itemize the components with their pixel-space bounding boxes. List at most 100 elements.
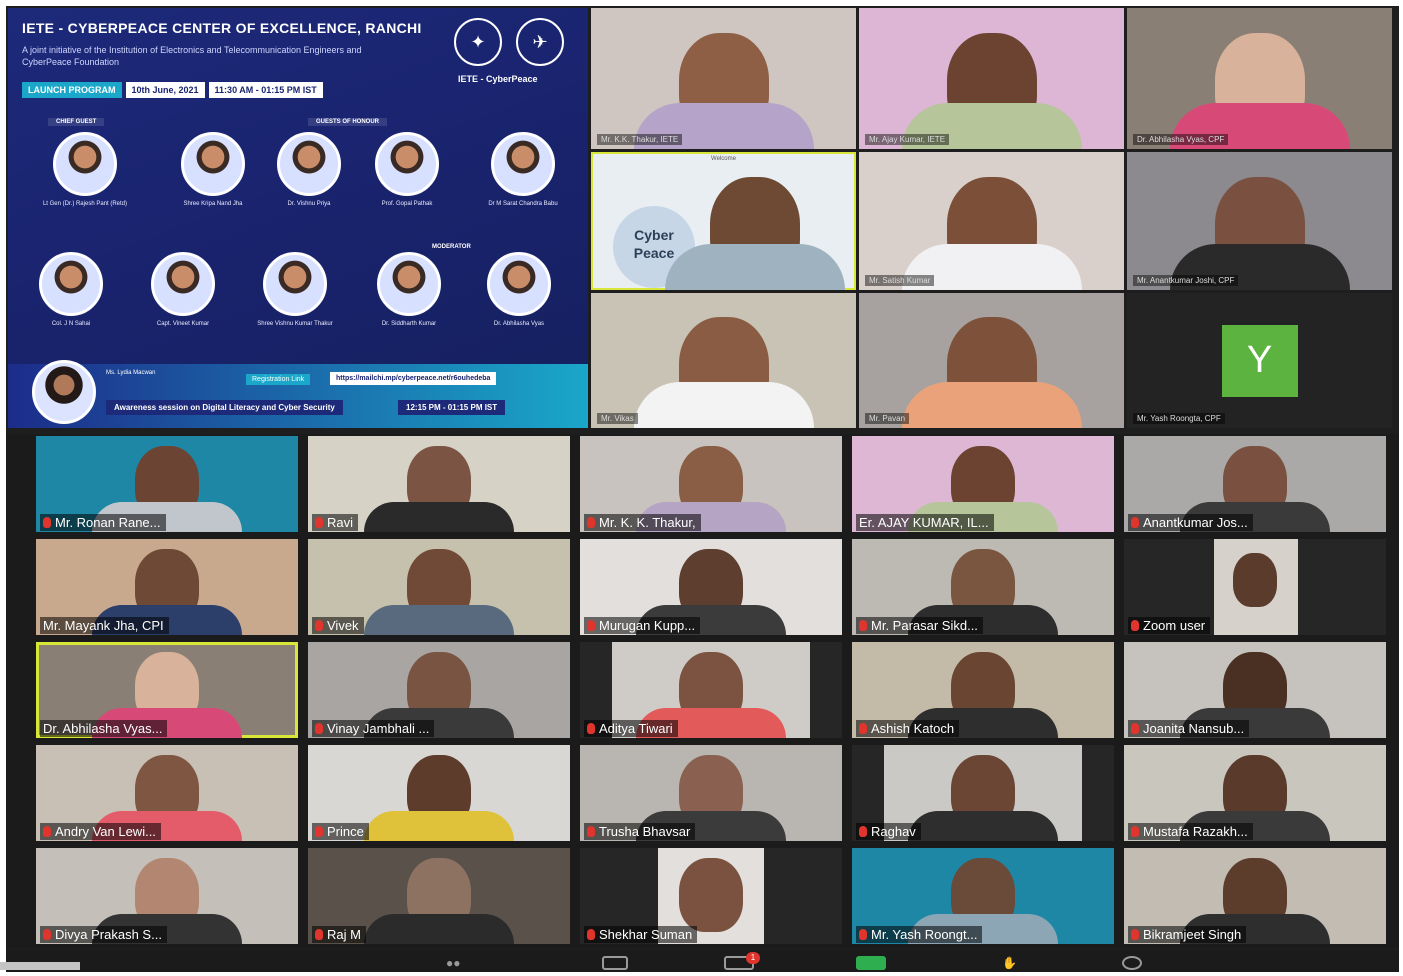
- video-tile[interactable]: Vivek: [308, 539, 570, 635]
- mic-muted-icon: [587, 517, 595, 528]
- video-tile[interactable]: Mr. K.K. Thakur, IETE: [591, 8, 856, 149]
- guest-name: Prof. Gopal Pathak: [381, 201, 433, 207]
- video-tile[interactable]: Ravi: [308, 436, 570, 532]
- video-tile-active[interactable]: Welcome Cyber Peace: [591, 152, 856, 290]
- video-tile[interactable]: Joanita Nansub...: [1124, 642, 1386, 738]
- poster-logos: ✦ ✈ IETE - CyberPeace: [454, 18, 574, 98]
- video-tile[interactable]: Dr. Abhilasha Vyas, CPF: [1127, 8, 1392, 149]
- host-name: Ms. Lydia Macwan: [106, 370, 156, 376]
- mic-muted-icon: [859, 620, 867, 631]
- cyberpeace-logo-icon: ✈: [516, 18, 564, 66]
- video-tile[interactable]: Mustafa Razakh...: [1124, 745, 1386, 841]
- video-tile[interactable]: Mr. Yash Roongt...: [852, 848, 1114, 944]
- participant-name: Bikramjeet Singh: [1143, 927, 1242, 942]
- launch-date: 10th June, 2021: [125, 82, 205, 98]
- participant-label: Raj M: [312, 926, 366, 943]
- tile-caption: Welcome: [711, 156, 736, 162]
- guest-photo: [491, 132, 555, 196]
- participant-label: Mr. Parasar Sikd...: [856, 617, 983, 634]
- more-icon[interactable]: [1122, 956, 1142, 970]
- launch-label: LAUNCH PROGRAM: [22, 82, 122, 98]
- mic-muted-icon: [587, 723, 595, 734]
- video-tile[interactable]: Mr. Satish Kumar: [859, 152, 1124, 290]
- video-tile[interactable]: Trusha Bhavsar: [580, 745, 842, 841]
- video-tile[interactable]: Mr. Mayank Jha, CPI: [36, 539, 298, 635]
- guest-photo: [181, 132, 245, 196]
- video-tile[interactable]: Raghav: [852, 745, 1114, 841]
- mic-muted-icon: [859, 929, 867, 940]
- poster-title: IETE - CYBERPEACE CENTER OF EXCELLENCE, …: [22, 20, 422, 36]
- video-tile[interactable]: Aditya Tiwari: [580, 642, 842, 738]
- mic-muted-icon: [1131, 826, 1139, 837]
- participant-name: Zoom user: [1143, 618, 1206, 633]
- guest-card: Dr. Vishnu Priya: [254, 132, 364, 208]
- video-tile[interactable]: Raj M: [308, 848, 570, 944]
- participant-label: Anantkumar Jos...: [1128, 514, 1253, 531]
- participant-shirt: [908, 811, 1058, 841]
- participant-label: Prince: [312, 823, 369, 840]
- participant-label: Dr. Abhilasha Vyas...: [40, 720, 168, 737]
- video-tile[interactable]: Y Mr. Yash Roongta, CPF: [1127, 293, 1392, 428]
- video-tile[interactable]: Anantkumar Jos...: [1124, 436, 1386, 532]
- participant-label: Mr. Yash Roongt...: [856, 926, 983, 943]
- participant-name: Divya Prakash S...: [55, 927, 162, 942]
- participant-name: Prince: [327, 824, 364, 839]
- participant-name: Er. AJAY KUMAR, IL...: [859, 515, 989, 530]
- video-tile[interactable]: Divya Prakash S...: [36, 848, 298, 944]
- guest-card: Capt. Vineet Kumar: [128, 252, 238, 328]
- participant-label: Raghav: [856, 823, 921, 840]
- participant-label: Ravi: [312, 514, 359, 531]
- guest-name: Dr. Abhilasha Vyas: [493, 321, 545, 327]
- participant-name: Mustafa Razakh...: [1143, 824, 1248, 839]
- raise-hand-icon[interactable]: ✋: [1002, 956, 1018, 970]
- video-tile[interactable]: Mr. Ajay Kumar, IETE: [859, 8, 1124, 149]
- video-tile[interactable]: Bikramjeet Singh: [1124, 848, 1386, 944]
- video-tile[interactable]: Er. AJAY KUMAR, IL...: [852, 436, 1114, 532]
- participant-video: [1233, 553, 1277, 607]
- video-tile[interactable]: Mr. Pavan: [859, 293, 1124, 428]
- chat-icon[interactable]: [602, 956, 628, 970]
- logo-text: IETE - CyberPeace: [458, 74, 538, 84]
- guest-card: Prof. Gopal Pathak: [352, 132, 462, 208]
- shared-poster: IETE - CYBERPEACE CENTER OF EXCELLENCE, …: [8, 8, 588, 428]
- participant-shirt: [901, 382, 1082, 428]
- moderator-card: Dr. Siddharth Kumar: [354, 252, 464, 328]
- mic-muted-icon: [315, 723, 323, 734]
- mic-muted-icon: [587, 620, 595, 631]
- guest-name: Shree Kripa Nand Jha: [183, 201, 243, 207]
- moderator-label: MODERATOR: [432, 244, 471, 250]
- video-tile[interactable]: Murugan Kupp...: [580, 539, 842, 635]
- registration-link[interactable]: https://mailchi.mp/cyberpeace.net/r6ouhe…: [330, 372, 497, 385]
- share-green-icon[interactable]: [856, 956, 886, 970]
- participant-name: Andry Van Lewi...: [55, 824, 156, 839]
- video-tile[interactable]: Mr. Vikas: [591, 293, 856, 428]
- mic-muted-icon: [43, 826, 51, 837]
- video-tile-active[interactable]: Dr. Abhilasha Vyas...: [36, 642, 298, 738]
- chief-guest-label: CHIEF GUEST: [48, 118, 105, 126]
- participant-name: Mr. Parasar Sikd...: [871, 618, 978, 633]
- video-tile[interactable]: Shekhar Suman: [580, 848, 842, 944]
- participant-video: [679, 858, 743, 932]
- participants-icon[interactable]: ●●: [446, 956, 486, 970]
- mic-muted-icon: [1131, 929, 1139, 940]
- video-tile[interactable]: Mr. K. K. Thakur,: [580, 436, 842, 532]
- video-tile[interactable]: Mr. Parasar Sikd...: [852, 539, 1114, 635]
- video-tile[interactable]: Vinay Jambhali ...: [308, 642, 570, 738]
- guest-photo: [487, 252, 551, 316]
- video-tile[interactable]: Zoom user: [1124, 539, 1386, 635]
- participant-name: Vivek: [327, 618, 359, 633]
- video-tile[interactable]: Prince: [308, 745, 570, 841]
- guest-name: Dr M Sarat Chandra Babu: [488, 201, 558, 207]
- video-tile[interactable]: Mr. Anantkumar Joshi, CPF: [1127, 152, 1392, 290]
- video-tile[interactable]: Andry Van Lewi...: [36, 745, 298, 841]
- video-tile[interactable]: Mr. Ronan Rane...: [36, 436, 298, 532]
- mic-muted-icon: [587, 929, 595, 940]
- launch-time: 11:30 AM - 01:15 PM IST: [208, 82, 323, 98]
- participant-name: Mr. Ajay Kumar, IETE: [865, 134, 950, 145]
- mic-muted-icon: [315, 620, 323, 631]
- mic-muted-icon: [43, 929, 51, 940]
- guest-photo: [277, 132, 341, 196]
- participant-label: Mustafa Razakh...: [1128, 823, 1253, 840]
- video-tile[interactable]: Ashish Katoch: [852, 642, 1114, 738]
- chat-badge: 1: [746, 952, 760, 964]
